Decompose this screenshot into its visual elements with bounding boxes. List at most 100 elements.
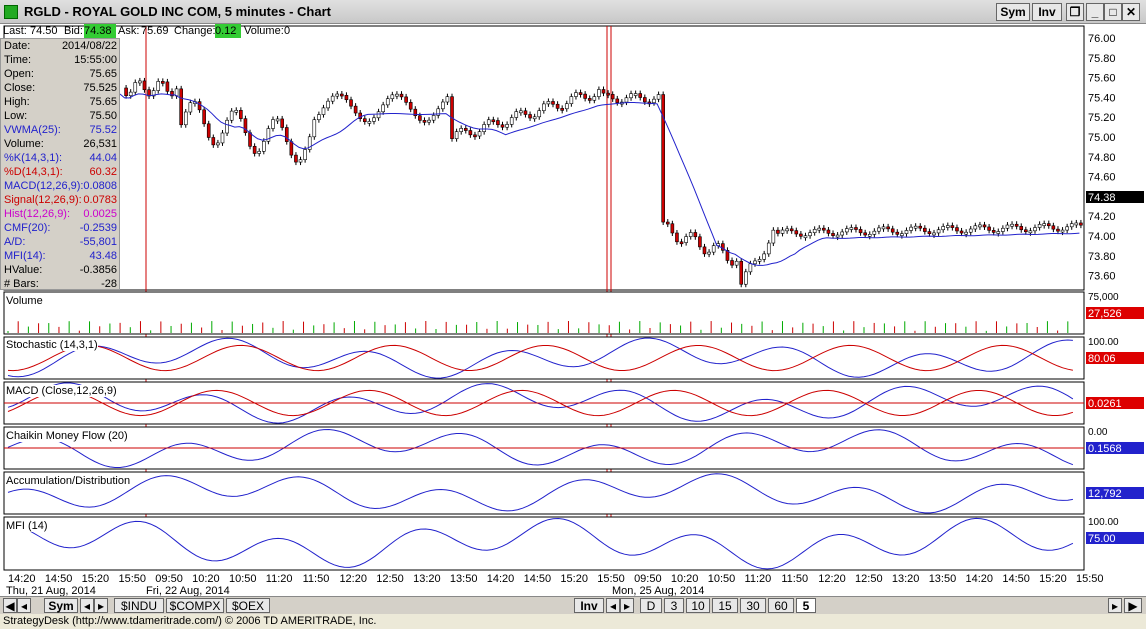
ad-panel-label: Accumulation/Distribution bbox=[6, 475, 131, 487]
prev-icon[interactable]: ◂ bbox=[17, 598, 31, 613]
info-row: VWMA(25): 75.52 bbox=[4, 123, 119, 137]
last-icon[interactable]: ▶ bbox=[1124, 598, 1142, 613]
chart-plot[interactable]: 76.00 75.80 75.60 75.40 75.20 75.00 74.80 74.60… bbox=[0, 24, 1146, 596]
period-60[interactable]: 60 bbox=[768, 598, 794, 613]
candle-body bbox=[844, 228, 849, 233]
candle-body bbox=[1042, 223, 1046, 226]
quote-bar: Last: 74.50 Bid: 74.38 Ask: 75.69 Change… bbox=[0, 24, 300, 38]
candle-body bbox=[1028, 230, 1033, 234]
candle-body bbox=[1069, 223, 1074, 228]
period-30[interactable]: 30 bbox=[740, 598, 766, 613]
first-icon[interactable]: ◀ bbox=[3, 598, 17, 613]
candle-body bbox=[1010, 223, 1014, 227]
sym-button[interactable]: Sym bbox=[996, 3, 1030, 21]
sym-next-icon[interactable]: ▸ bbox=[94, 598, 108, 613]
info-value: 75.52 bbox=[89, 124, 117, 136]
candle-body bbox=[275, 118, 280, 122]
time-axis-label: 15:50 bbox=[1076, 573, 1104, 585]
candle-body bbox=[514, 111, 519, 118]
candle-body bbox=[1051, 225, 1056, 230]
info-key: %K(14,3,1): bbox=[4, 152, 63, 164]
candle-body bbox=[248, 132, 252, 147]
info-row: %D(14,3,1): 60.32 bbox=[4, 165, 119, 179]
candle-body bbox=[808, 232, 812, 237]
stochastic-panel-label: Stochastic (14,3,1) bbox=[6, 339, 98, 351]
scroll-right-icon[interactable]: ▸ bbox=[1108, 598, 1122, 613]
period-10[interactable]: 10 bbox=[686, 598, 710, 613]
info-row: %K(14,3,1): 44.04 bbox=[4, 151, 119, 165]
candle-body bbox=[684, 236, 688, 243]
last-value: 74.50 bbox=[30, 25, 58, 37]
last-price-label: 74.38 bbox=[1088, 192, 1116, 204]
candle-body bbox=[693, 232, 698, 238]
time-axis-label: 13:50 bbox=[450, 573, 478, 585]
restore-icon[interactable]: ❐ bbox=[1066, 3, 1084, 21]
tab-indu[interactable]: $INDU bbox=[114, 598, 164, 613]
candle-body bbox=[771, 229, 776, 244]
candle-body bbox=[312, 119, 317, 138]
volume-label: Volume: bbox=[244, 25, 284, 37]
candle-body bbox=[968, 228, 973, 233]
period-5[interactable]: 5 bbox=[796, 598, 816, 613]
candle-body bbox=[528, 114, 532, 119]
candle-body bbox=[803, 235, 808, 239]
candle-body bbox=[519, 110, 523, 114]
info-key: Open: bbox=[4, 68, 34, 80]
minimize-icon[interactable]: _ bbox=[1086, 3, 1104, 21]
candle-body bbox=[335, 93, 340, 97]
candle-body bbox=[161, 81, 165, 84]
candle-body bbox=[1033, 227, 1037, 232]
sym-tab[interactable]: Sym bbox=[44, 598, 78, 613]
candle-body bbox=[587, 98, 592, 101]
candle-body bbox=[881, 226, 886, 230]
inv-prev-icon[interactable]: ◂ bbox=[606, 598, 620, 613]
candle-body bbox=[854, 227, 858, 230]
candle-body bbox=[463, 128, 468, 131]
candle-body bbox=[1074, 222, 1079, 226]
bottom-toolbar: ◀ ◂ Sym ◂ ▸ $INDU $COMPX $OEX Inv ◂ ▸ D … bbox=[0, 596, 1146, 614]
info-value: 44.04 bbox=[89, 152, 117, 164]
period-d[interactable]: D bbox=[640, 598, 662, 613]
period-15[interactable]: 15 bbox=[712, 598, 738, 613]
volume-value: 0 bbox=[284, 25, 291, 37]
close-icon[interactable]: ✕ bbox=[1122, 3, 1140, 21]
period-3[interactable]: 3 bbox=[664, 598, 684, 613]
candle-body bbox=[927, 231, 932, 235]
info-row: A/D: -55,801 bbox=[4, 235, 119, 249]
info-value: 60.32 bbox=[89, 166, 117, 178]
info-key: Time: bbox=[4, 54, 32, 66]
inv-tab[interactable]: Inv bbox=[574, 598, 604, 613]
candle-body bbox=[284, 127, 289, 142]
stochastic-panel bbox=[3, 336, 1085, 380]
candle-body bbox=[496, 120, 500, 126]
price-axis-label: 74.80 bbox=[1088, 152, 1116, 164]
sym-prev-icon[interactable]: ◂ bbox=[80, 598, 94, 613]
candle-body bbox=[734, 260, 739, 266]
candle-body bbox=[1014, 223, 1019, 227]
info-value: 0.0808 bbox=[83, 180, 117, 192]
tab-oex[interactable]: $OEX bbox=[226, 598, 270, 613]
candle-body bbox=[941, 226, 945, 231]
ask-label: Ask: bbox=[118, 25, 140, 37]
info-row: Volume: 26,531 bbox=[4, 137, 119, 151]
candle-body bbox=[574, 92, 578, 97]
candle-body bbox=[766, 242, 771, 255]
inv-next-icon[interactable]: ▸ bbox=[620, 598, 634, 613]
ask-value: 75.69 bbox=[141, 25, 169, 37]
time-axis-label: 11:20 bbox=[745, 573, 772, 585]
candle-body bbox=[872, 230, 877, 235]
candle-body bbox=[643, 97, 647, 103]
tab-compx[interactable]: $COMPX bbox=[166, 598, 224, 613]
candle-body bbox=[408, 102, 413, 110]
candle-body bbox=[867, 234, 872, 237]
inv-button[interactable]: Inv bbox=[1032, 3, 1062, 21]
candle-body bbox=[271, 119, 275, 129]
candle-body bbox=[675, 232, 679, 243]
maximize-icon[interactable]: □ bbox=[1104, 3, 1122, 21]
candle-body bbox=[656, 94, 661, 100]
info-value: 15:55:00 bbox=[74, 54, 117, 66]
mfi-panel bbox=[3, 516, 1085, 571]
info-row: MFI(14): 43.48 bbox=[4, 249, 119, 263]
info-key: High: bbox=[4, 96, 30, 108]
time-axis-label: 14:50 bbox=[524, 573, 552, 585]
